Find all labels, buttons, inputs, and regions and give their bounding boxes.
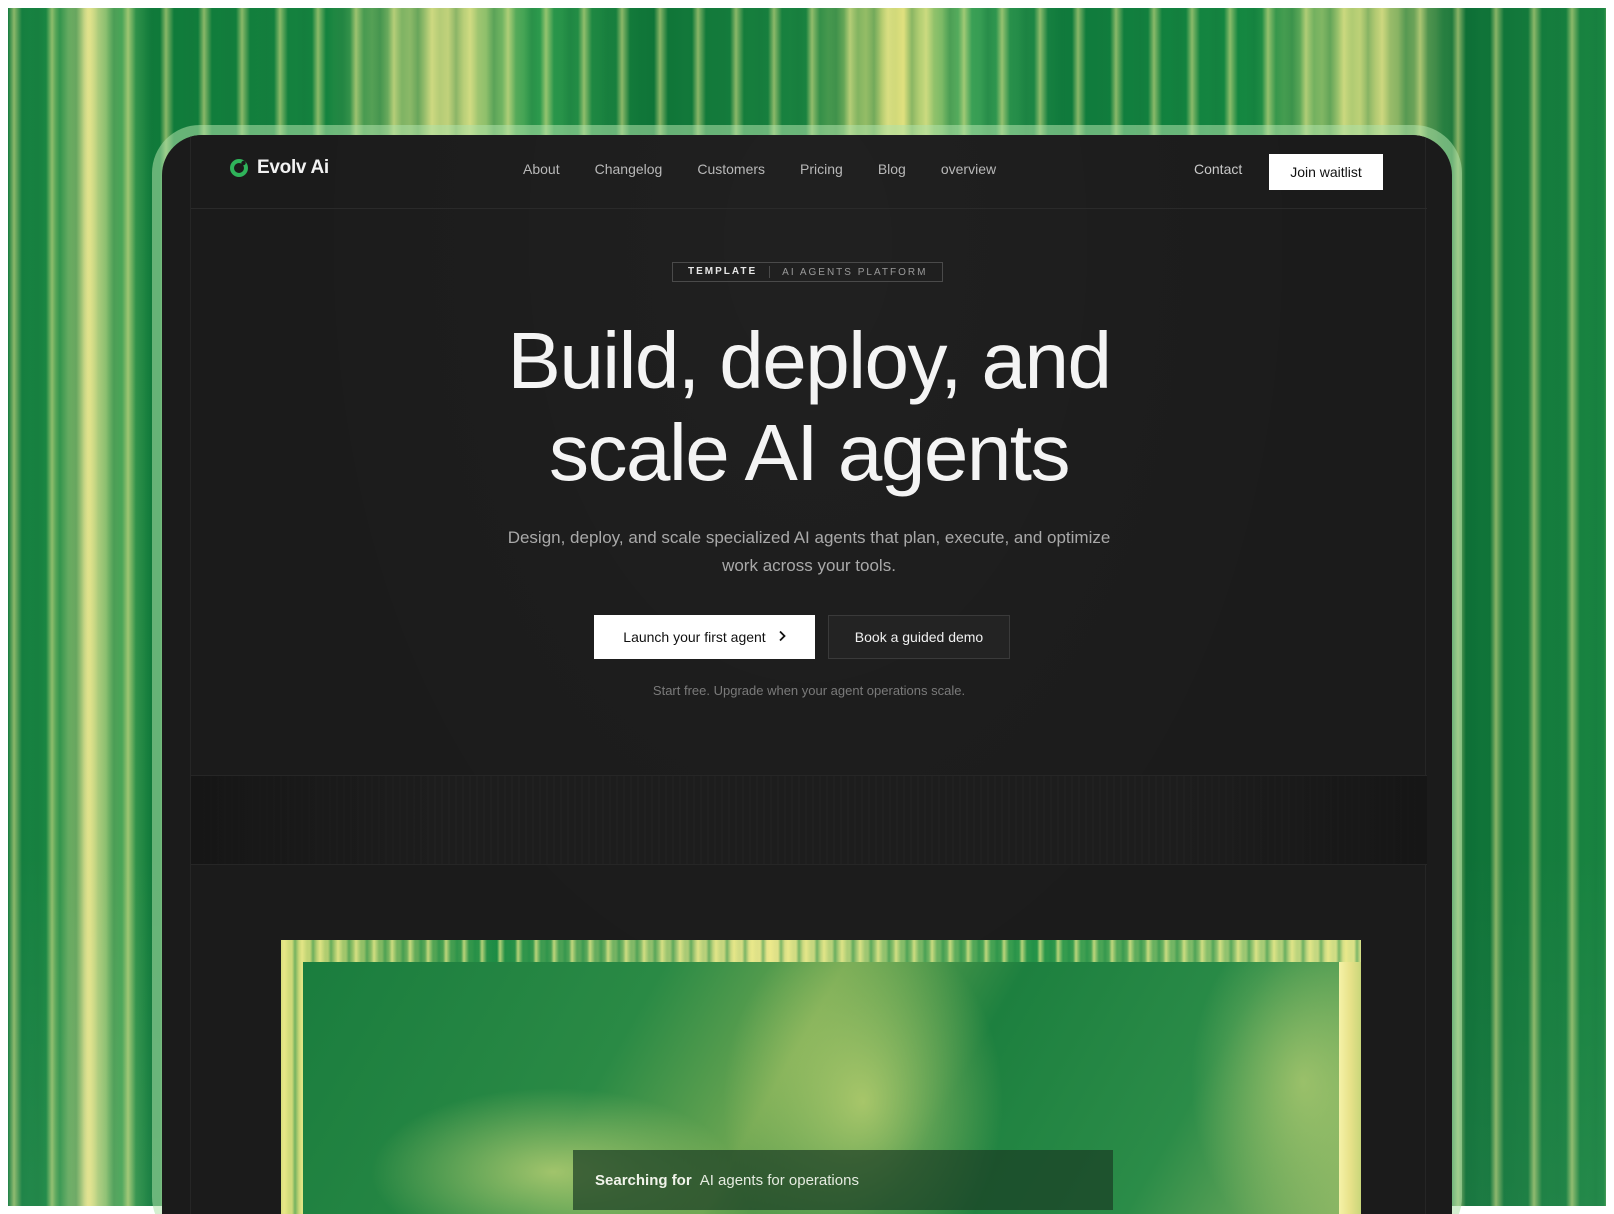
nav-link-customers[interactable]: Customers [697, 161, 765, 177]
badge-label: TEMPLATE [673, 266, 771, 278]
product-showcase: Searching for AI agents for operations [281, 940, 1361, 1214]
showcase-image: Searching for AI agents for operations [303, 962, 1339, 1214]
hero-title: Build, deploy, and scale AI agents [371, 315, 1247, 499]
brand-logo[interactable]: Evolv Ai [229, 157, 329, 179]
nav-link-overview[interactable]: overview [941, 161, 996, 177]
nav-link-pricing[interactable]: Pricing [800, 161, 843, 177]
hero-subtitle-line-2: work across your tools. [722, 556, 896, 575]
chevron-right-icon [778, 629, 786, 645]
join-waitlist-button[interactable]: Join waitlist [1269, 154, 1383, 190]
hero-subtitle: Design, deploy, and scale specialized AI… [469, 524, 1149, 580]
search-status-query: AI agents for operations [699, 1171, 859, 1189]
search-status-bar: Searching for AI agents for operations [573, 1150, 1113, 1210]
hero-title-line-2: scale AI agents [548, 408, 1071, 497]
hero-title-line-1: Build, deploy, and [507, 316, 1112, 405]
brand-name: Evolv Ai [257, 157, 329, 178]
template-badge: TEMPLATE AI AGENTS PLATFORM [672, 262, 944, 282]
launch-agent-label: Launch your first agent [623, 629, 766, 645]
nav-links: About Changelog Customers Pricing Blog o… [523, 161, 996, 177]
launch-agent-button[interactable]: Launch your first agent [594, 615, 815, 659]
nav-link-changelog[interactable]: Changelog [595, 161, 663, 177]
decorative-stripe-band [191, 775, 1427, 865]
pricing-note: Start free. Upgrade when your agent oper… [652, 683, 966, 698]
nav-link-blog[interactable]: Blog [878, 161, 906, 177]
book-demo-button[interactable]: Book a guided demo [828, 615, 1010, 659]
website-screen: Evolv Ai About Changelog Customers Prici… [162, 135, 1452, 1214]
ring-logo-icon [229, 158, 249, 178]
nav-link-contact[interactable]: Contact [1194, 161, 1242, 177]
page-container: Evolv Ai About Changelog Customers Prici… [190, 135, 1427, 1214]
showcase-edge [1339, 962, 1361, 1214]
search-status-label: Searching for [595, 1171, 692, 1189]
nav-link-about[interactable]: About [523, 161, 560, 177]
top-nav: Evolv Ai About Changelog Customers Prici… [191, 135, 1427, 209]
badge-value: AI AGENTS PLATFORM [782, 266, 928, 278]
hero-subtitle-line-1: Design, deploy, and scale specialized AI… [507, 528, 1111, 547]
